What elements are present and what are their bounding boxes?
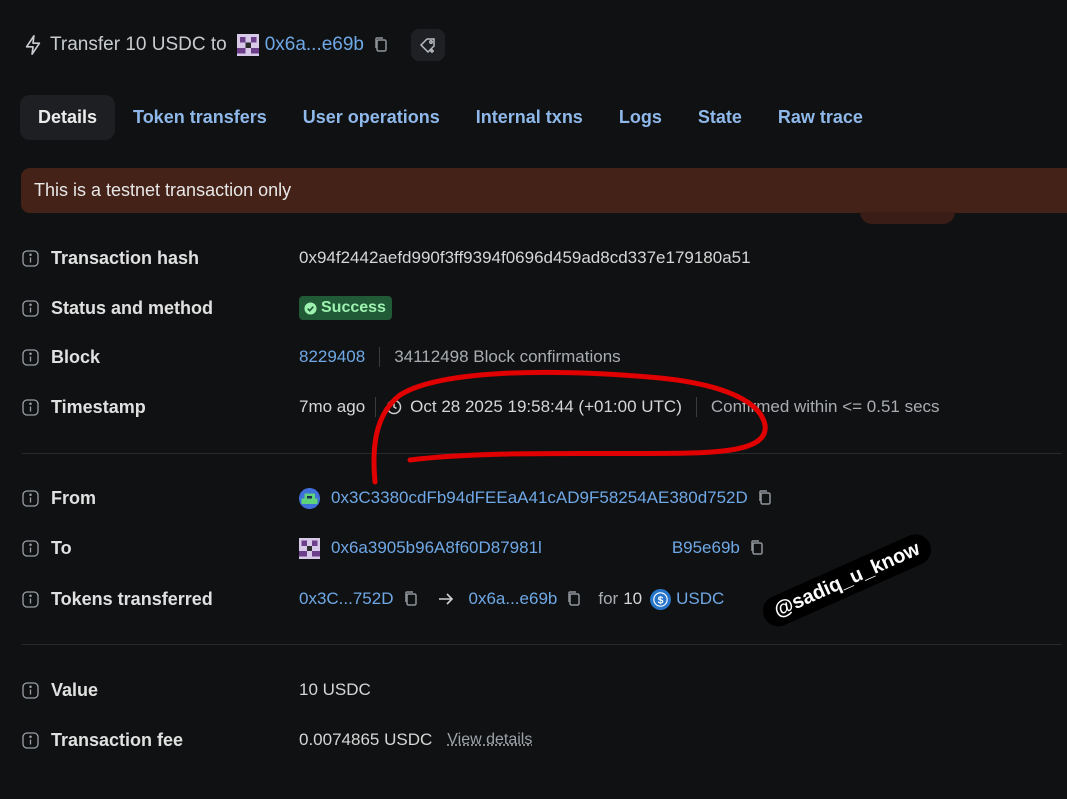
to-address-end[interactable]: B95e69b <box>672 538 740 558</box>
info-icon[interactable] <box>22 490 39 507</box>
transaction-fee-value: 0.0074865 USDC <box>299 730 432 750</box>
testnet-banner: This is a testnet transaction only <box>21 168 1067 213</box>
add-tag-button[interactable] <box>411 29 445 61</box>
tab-bar: Details Token transfers User operations … <box>20 95 881 140</box>
copy-icon[interactable] <box>566 590 582 608</box>
tag-icon <box>418 35 438 55</box>
row-status: Status and method Success <box>22 293 1062 323</box>
tab-logs[interactable]: Logs <box>601 95 680 140</box>
row-tokens-transferred: Tokens transferred 0x3C...752D 0x6a...e6… <box>22 584 1062 614</box>
arrow-right-icon <box>437 592 455 606</box>
label-status: Status and method <box>51 298 299 319</box>
token-from-link[interactable]: 0x3C...752D <box>299 589 394 609</box>
token-amount: 10 <box>623 589 642 609</box>
row-transaction-fee: Transaction fee 0.0074865 USDC View deta… <box>22 725 1062 755</box>
info-icon[interactable] <box>22 732 39 749</box>
from-avatar-icon <box>299 488 320 509</box>
copy-icon[interactable] <box>373 36 389 54</box>
label-transaction-fee: Transaction fee <box>51 730 299 751</box>
check-circle-icon <box>304 302 317 315</box>
lightning-icon <box>22 32 44 58</box>
timestamp-ago: 7mo ago <box>299 397 365 417</box>
label-to: To <box>51 538 299 559</box>
info-icon[interactable] <box>22 349 39 366</box>
block-number-link[interactable]: 8229408 <box>299 347 365 367</box>
info-icon[interactable] <box>22 399 39 416</box>
copy-icon[interactable] <box>749 539 765 557</box>
to-address-start[interactable]: 0x6a3905b96A8f60D87981l <box>331 538 542 558</box>
status-badge: Success <box>299 296 392 320</box>
label-value: Value <box>51 680 299 701</box>
label-tokens-transferred: Tokens transferred <box>51 589 299 610</box>
label-transaction-hash: Transaction hash <box>51 248 299 269</box>
copy-icon[interactable] <box>757 489 773 507</box>
page-header: Transfer 10 USDC to 0x6a...e69b <box>22 30 445 60</box>
banner-tab-decoration <box>860 212 955 224</box>
transaction-hash-value: 0x94f2442aefd990f3ff9394f0696d459ad8cd33… <box>299 248 751 268</box>
address-avatar-icon <box>237 34 259 56</box>
section-divider <box>22 644 1062 645</box>
from-address-link[interactable]: 0x3C3380cdFb94dFEEaA41cAD9F58254AE380d75… <box>331 488 748 508</box>
info-icon[interactable] <box>22 682 39 699</box>
row-transaction-hash: Transaction hash 0x94f2442aefd990f3ff939… <box>22 243 1062 273</box>
usdc-icon: $ <box>650 589 671 610</box>
info-icon[interactable] <box>22 250 39 267</box>
value-amount: 10 USDC <box>299 680 371 700</box>
status-badge-text: Success <box>321 299 386 317</box>
tab-details[interactable]: Details <box>20 95 115 140</box>
header-title: Transfer 10 USDC to <box>50 34 227 56</box>
tab-token-transfers[interactable]: Token transfers <box>115 95 285 140</box>
info-icon[interactable] <box>22 540 39 557</box>
tab-internal-txns[interactable]: Internal txns <box>458 95 601 140</box>
copy-icon[interactable] <box>403 590 419 608</box>
red-scribble-annotation <box>360 360 780 490</box>
token-for-label: for <box>598 589 618 609</box>
token-to-link[interactable]: 0x6a...e69b <box>469 589 558 609</box>
label-block: Block <box>51 347 299 368</box>
view-details-link[interactable]: View details <box>447 731 532 749</box>
svg-text:$: $ <box>658 594 664 606</box>
header-address-link[interactable]: 0x6a...e69b <box>265 34 364 56</box>
tab-state[interactable]: State <box>680 95 760 140</box>
to-avatar-icon <box>299 538 320 559</box>
info-icon[interactable] <box>22 591 39 608</box>
tab-raw-trace[interactable]: Raw trace <box>760 95 881 140</box>
label-timestamp: Timestamp <box>51 397 299 418</box>
label-from: From <box>51 488 299 509</box>
tab-user-operations[interactable]: User operations <box>285 95 458 140</box>
token-symbol-link[interactable]: USDC <box>676 589 724 609</box>
info-icon[interactable] <box>22 300 39 317</box>
row-value: Value 10 USDC <box>22 675 1062 705</box>
